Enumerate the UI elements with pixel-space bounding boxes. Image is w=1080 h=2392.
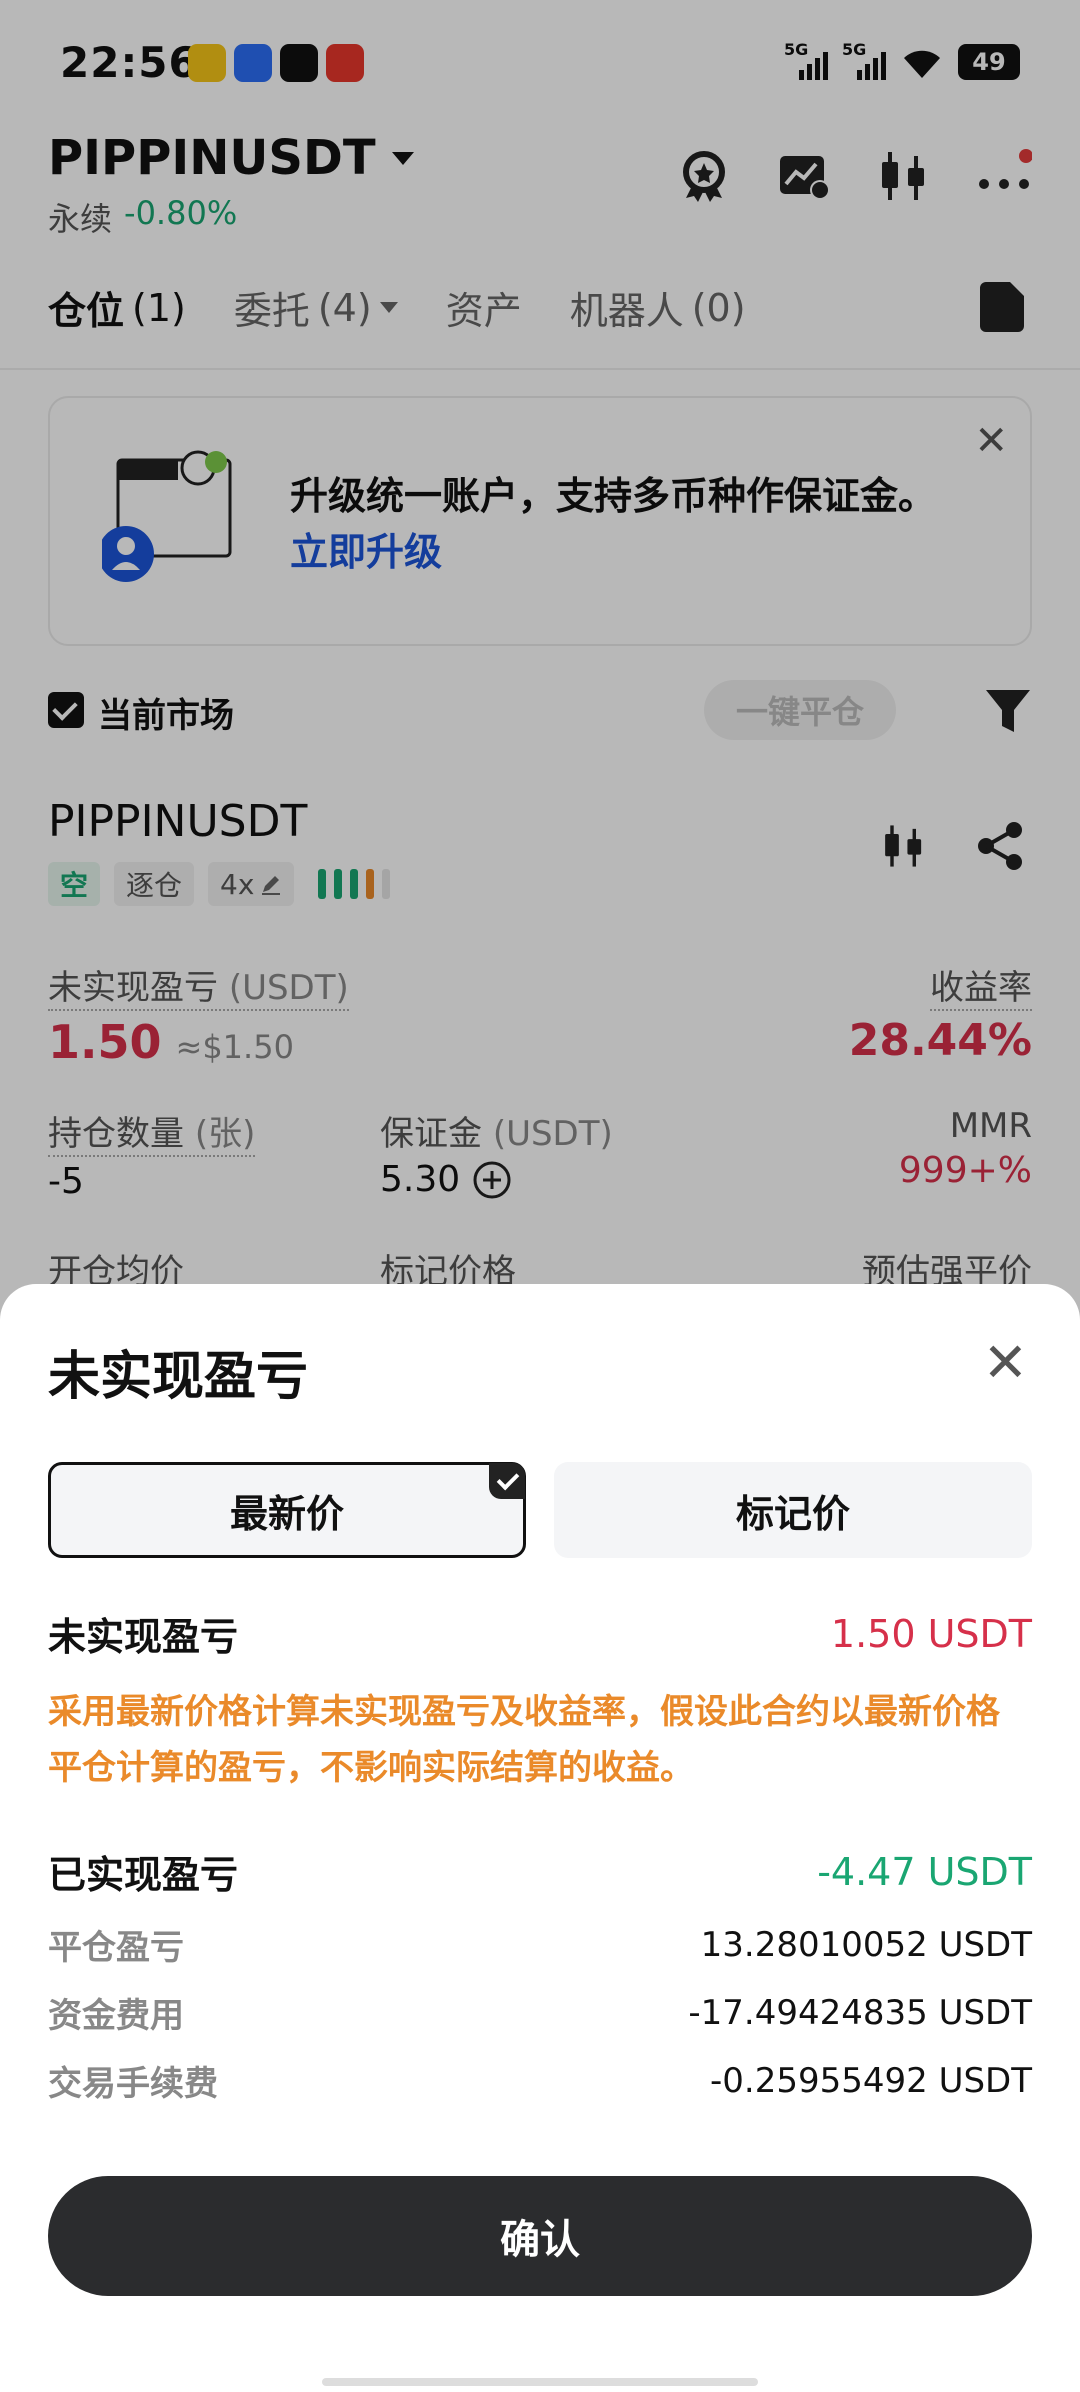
realized-row: 已实现盈亏 -4.47 USDT — [48, 1849, 1032, 1898]
close-icon[interactable]: ✕ — [983, 1336, 1028, 1390]
trading-fee-row: 交易手续费 -0.25955492 USDT — [48, 2060, 1032, 2105]
calc-note: 采用最新价格计算未实现盈亏及收益率，假设此合约以最新价格平仓计算的盈亏，不影响实… — [48, 1692, 1000, 1788]
home-indicator[interactable] — [322, 2378, 758, 2386]
confirm-button[interactable]: 确认 — [48, 2176, 1032, 2296]
mark-price-option[interactable]: 标记价 — [554, 1462, 1032, 1558]
latest-price-option[interactable]: 最新价 — [48, 1462, 526, 1558]
funding-fee-row: 资金费用 -17.49424835 USDT — [48, 1992, 1032, 2037]
check-icon — [489, 1463, 525, 1499]
sheet-title: 未实现盈亏 — [48, 1347, 309, 1407]
close-pnl-row: 平仓盈亏 13.28010052 USDT — [48, 1924, 1032, 1969]
unrealized-row: 未实现盈亏 1.50 USDT — [48, 1611, 1032, 1660]
unrealized-pnl-sheet: 未实现盈亏 ✕ 最新价 标记价 未实现盈亏 1.50 USDT 采用最新价格计算… — [0, 1284, 1080, 2392]
unrealized-value: 1.50 USDT — [830, 1611, 1032, 1656]
realized-value: -4.47 USDT — [817, 1849, 1032, 1894]
